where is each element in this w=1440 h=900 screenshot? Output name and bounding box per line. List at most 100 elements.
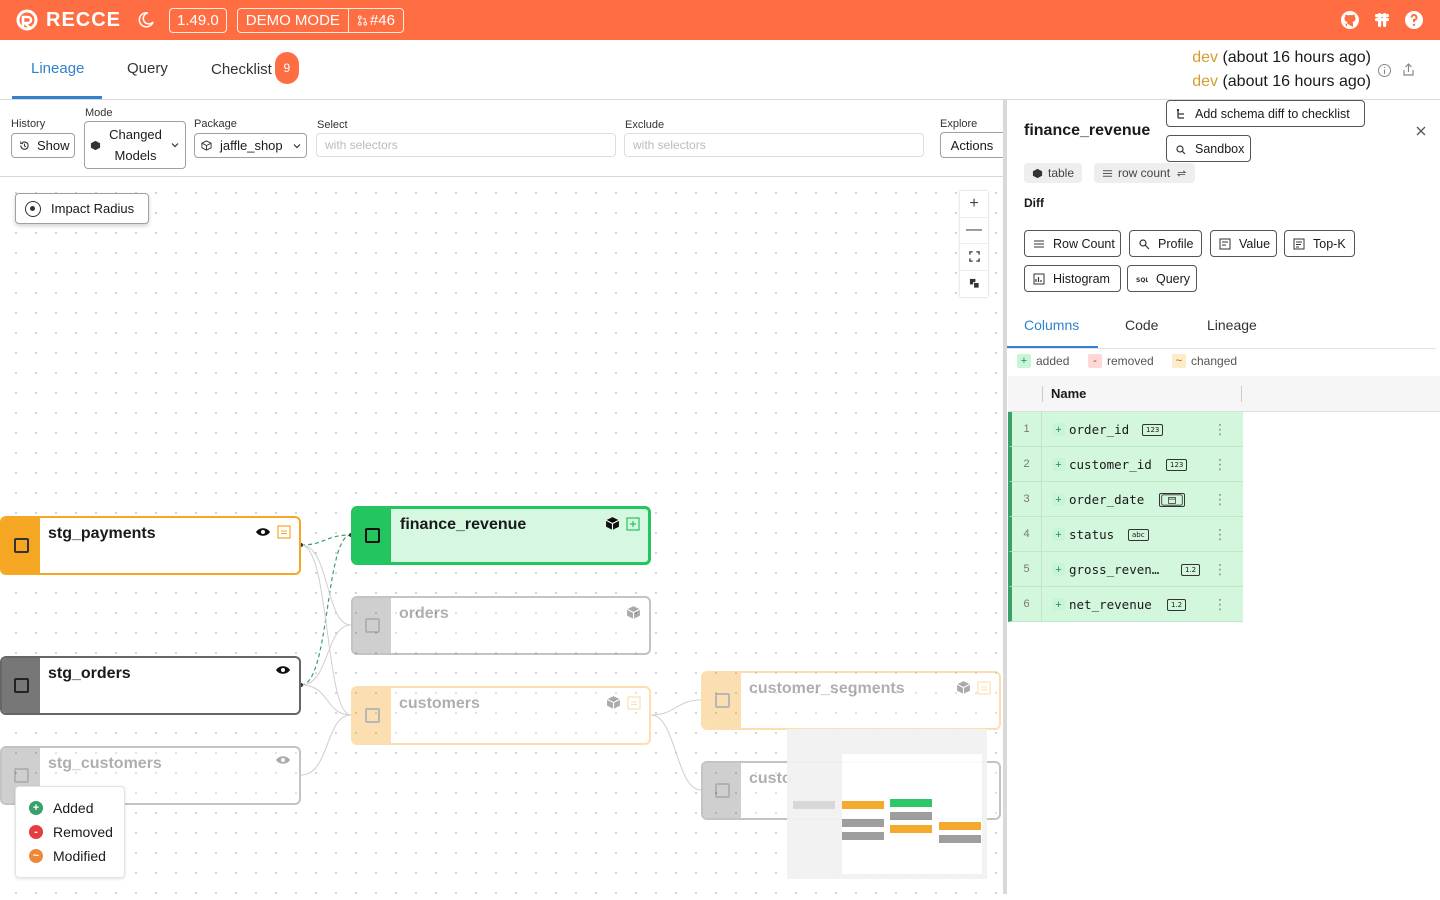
recce-logo[interactable]: RECCE xyxy=(16,9,121,32)
demo-mode-badge[interactable]: DEMO MODE #46 xyxy=(236,7,404,33)
add-schema-diff-button[interactable]: Add schema diff to checklist xyxy=(1166,100,1365,127)
column-name: customer_id xyxy=(1069,457,1152,472)
refresh-icon[interactable] xyxy=(1176,168,1187,179)
changed-icon: ~ xyxy=(1172,354,1186,368)
node-customer-segments[interactable]: customer_segments xyxy=(701,671,1001,730)
kebab-menu-icon[interactable]: ⋮ xyxy=(1213,456,1227,473)
profile-diff-button[interactable]: Profile xyxy=(1129,230,1202,257)
top-k-diff-button[interactable]: Top-K xyxy=(1284,230,1355,257)
env-current-time: (about 16 hours ago) xyxy=(1222,73,1371,90)
tab-query[interactable]: Query xyxy=(127,60,168,77)
slack-icon[interactable] xyxy=(1372,10,1392,30)
legend-changed-item: ~ changed xyxy=(1172,354,1237,368)
added-icon: + xyxy=(1052,598,1065,611)
eye-icon[interactable] xyxy=(275,755,291,765)
added-icon: + xyxy=(29,801,43,815)
minimap[interactable] xyxy=(787,729,987,879)
node-checkbox[interactable] xyxy=(364,708,380,723)
row-count-diff-button[interactable]: Row Count xyxy=(1024,230,1121,257)
float-type-icon: 1.2 xyxy=(1167,599,1187,611)
package-label: Package xyxy=(194,118,237,130)
column-header-name[interactable]: Name xyxy=(1051,386,1086,401)
moon-icon[interactable] xyxy=(137,11,155,29)
explore-actions-button[interactable]: Actions xyxy=(940,132,1003,158)
schema-icon xyxy=(1177,108,1184,119)
package-value: jaffle_shop xyxy=(220,138,283,153)
removed-icon: - xyxy=(1088,354,1102,368)
query-diff-button[interactable]: SQL Query xyxy=(1127,265,1197,292)
added-icon: + xyxy=(1052,458,1065,471)
node-customers[interactable]: customers xyxy=(351,686,651,745)
node-stg-orders[interactable]: stg_orders xyxy=(0,656,301,715)
close-icon[interactable] xyxy=(1415,125,1427,137)
legend-removed: Removed xyxy=(53,824,113,840)
kebab-menu-icon[interactable]: ⋮ xyxy=(1213,491,1227,508)
share-icon[interactable] xyxy=(1401,62,1416,77)
eye-icon[interactable] xyxy=(275,665,291,675)
kebab-menu-icon[interactable]: ⋮ xyxy=(1213,421,1227,438)
tab-columns[interactable]: Columns xyxy=(1024,317,1079,333)
node-title: stg_payments xyxy=(48,525,156,542)
history-label: History xyxy=(11,118,46,130)
column-row[interactable]: 5 + gross_reven… 1.2 ⋮ xyxy=(1008,552,1243,587)
tab-lineage[interactable]: Lineage xyxy=(31,60,84,77)
eye-icon[interactable] xyxy=(255,527,271,537)
modified-icon xyxy=(627,695,641,710)
lineage-filter-toolbar: History Show Mode Changed Models Package… xyxy=(0,100,1003,177)
sandbox-label: Sandbox xyxy=(1195,141,1245,156)
row-count-diff-label: Row Count xyxy=(1053,236,1115,251)
column-row[interactable]: 2 + customer_id 123 ⋮ xyxy=(1008,447,1243,482)
node-title: customers xyxy=(399,695,480,712)
node-checkbox[interactable] xyxy=(13,678,29,693)
row-index: 3 xyxy=(1012,482,1042,517)
history-show-button[interactable]: Show xyxy=(11,133,75,158)
node-checkbox[interactable] xyxy=(364,618,380,633)
profile-icon xyxy=(1139,238,1150,249)
lineage-canvas[interactable]: Impact Radius + — stg_payments finance_r… xyxy=(0,177,1003,894)
env-base-time: (about 16 hours ago) xyxy=(1222,49,1371,66)
info-icon[interactable] xyxy=(1377,63,1392,78)
tab-checklist[interactable]: Checklist 9 xyxy=(211,52,299,86)
node-title: custo xyxy=(749,770,792,787)
select-input[interactable]: with selectors xyxy=(316,133,616,157)
node-checkbox[interactable] xyxy=(714,783,730,798)
node-checkbox[interactable] xyxy=(714,693,730,708)
chevron-down-icon xyxy=(171,143,179,148)
column-row[interactable]: 4 + status abc ⋮ xyxy=(1008,517,1243,552)
query-diff-label: Query xyxy=(1156,271,1191,286)
node-checkbox[interactable] xyxy=(13,538,29,553)
calendar-icon xyxy=(1159,493,1185,507)
column-row[interactable]: 3 + order_date ⋮ xyxy=(1008,482,1243,517)
columns-grid-header: Name xyxy=(1008,376,1440,412)
exclude-input[interactable]: with selectors xyxy=(624,133,924,157)
kebab-menu-icon[interactable]: ⋮ xyxy=(1213,596,1227,613)
github-icon[interactable] xyxy=(1340,10,1360,30)
histogram-diff-button[interactable]: Histogram xyxy=(1024,265,1121,292)
added-icon: + xyxy=(1052,493,1065,506)
package-select[interactable]: jaffle_shop xyxy=(194,133,307,158)
node-stg-payments[interactable]: stg_payments xyxy=(0,516,301,575)
tab-node-lineage[interactable]: Lineage xyxy=(1207,317,1257,333)
integer-type-icon: 123 xyxy=(1142,424,1164,436)
edge-stg-orders-finance-revenue xyxy=(300,534,352,686)
column-row[interactable]: 6 + net_revenue 1.2 ⋮ xyxy=(1008,587,1243,622)
modified-icon xyxy=(277,525,291,539)
kebab-menu-icon[interactable]: ⋮ xyxy=(1213,561,1227,578)
mode-select[interactable]: Changed Models xyxy=(84,121,186,169)
sandbox-button[interactable]: Sandbox xyxy=(1166,135,1251,162)
column-row[interactable]: 1 + order_id 123 ⋮ xyxy=(1008,412,1243,447)
legend-added-item: + added xyxy=(1017,354,1069,368)
pull-request-link[interactable]: #46 xyxy=(349,9,403,32)
value-diff-button[interactable]: Value xyxy=(1210,230,1277,257)
kebab-menu-icon[interactable]: ⋮ xyxy=(1213,526,1227,543)
tab-code[interactable]: Code xyxy=(1125,317,1158,333)
node-checkbox[interactable] xyxy=(13,768,29,783)
cube-icon xyxy=(956,681,971,694)
column-name: order_date xyxy=(1069,492,1145,507)
node-finance-revenue[interactable]: finance_revenue xyxy=(351,506,651,565)
help-icon[interactable] xyxy=(1404,10,1424,30)
node-checkbox[interactable] xyxy=(365,528,380,543)
mode-label: Mode xyxy=(85,107,113,119)
row-count-tag[interactable]: row count xyxy=(1094,163,1196,183)
node-orders[interactable]: orders xyxy=(351,596,651,655)
